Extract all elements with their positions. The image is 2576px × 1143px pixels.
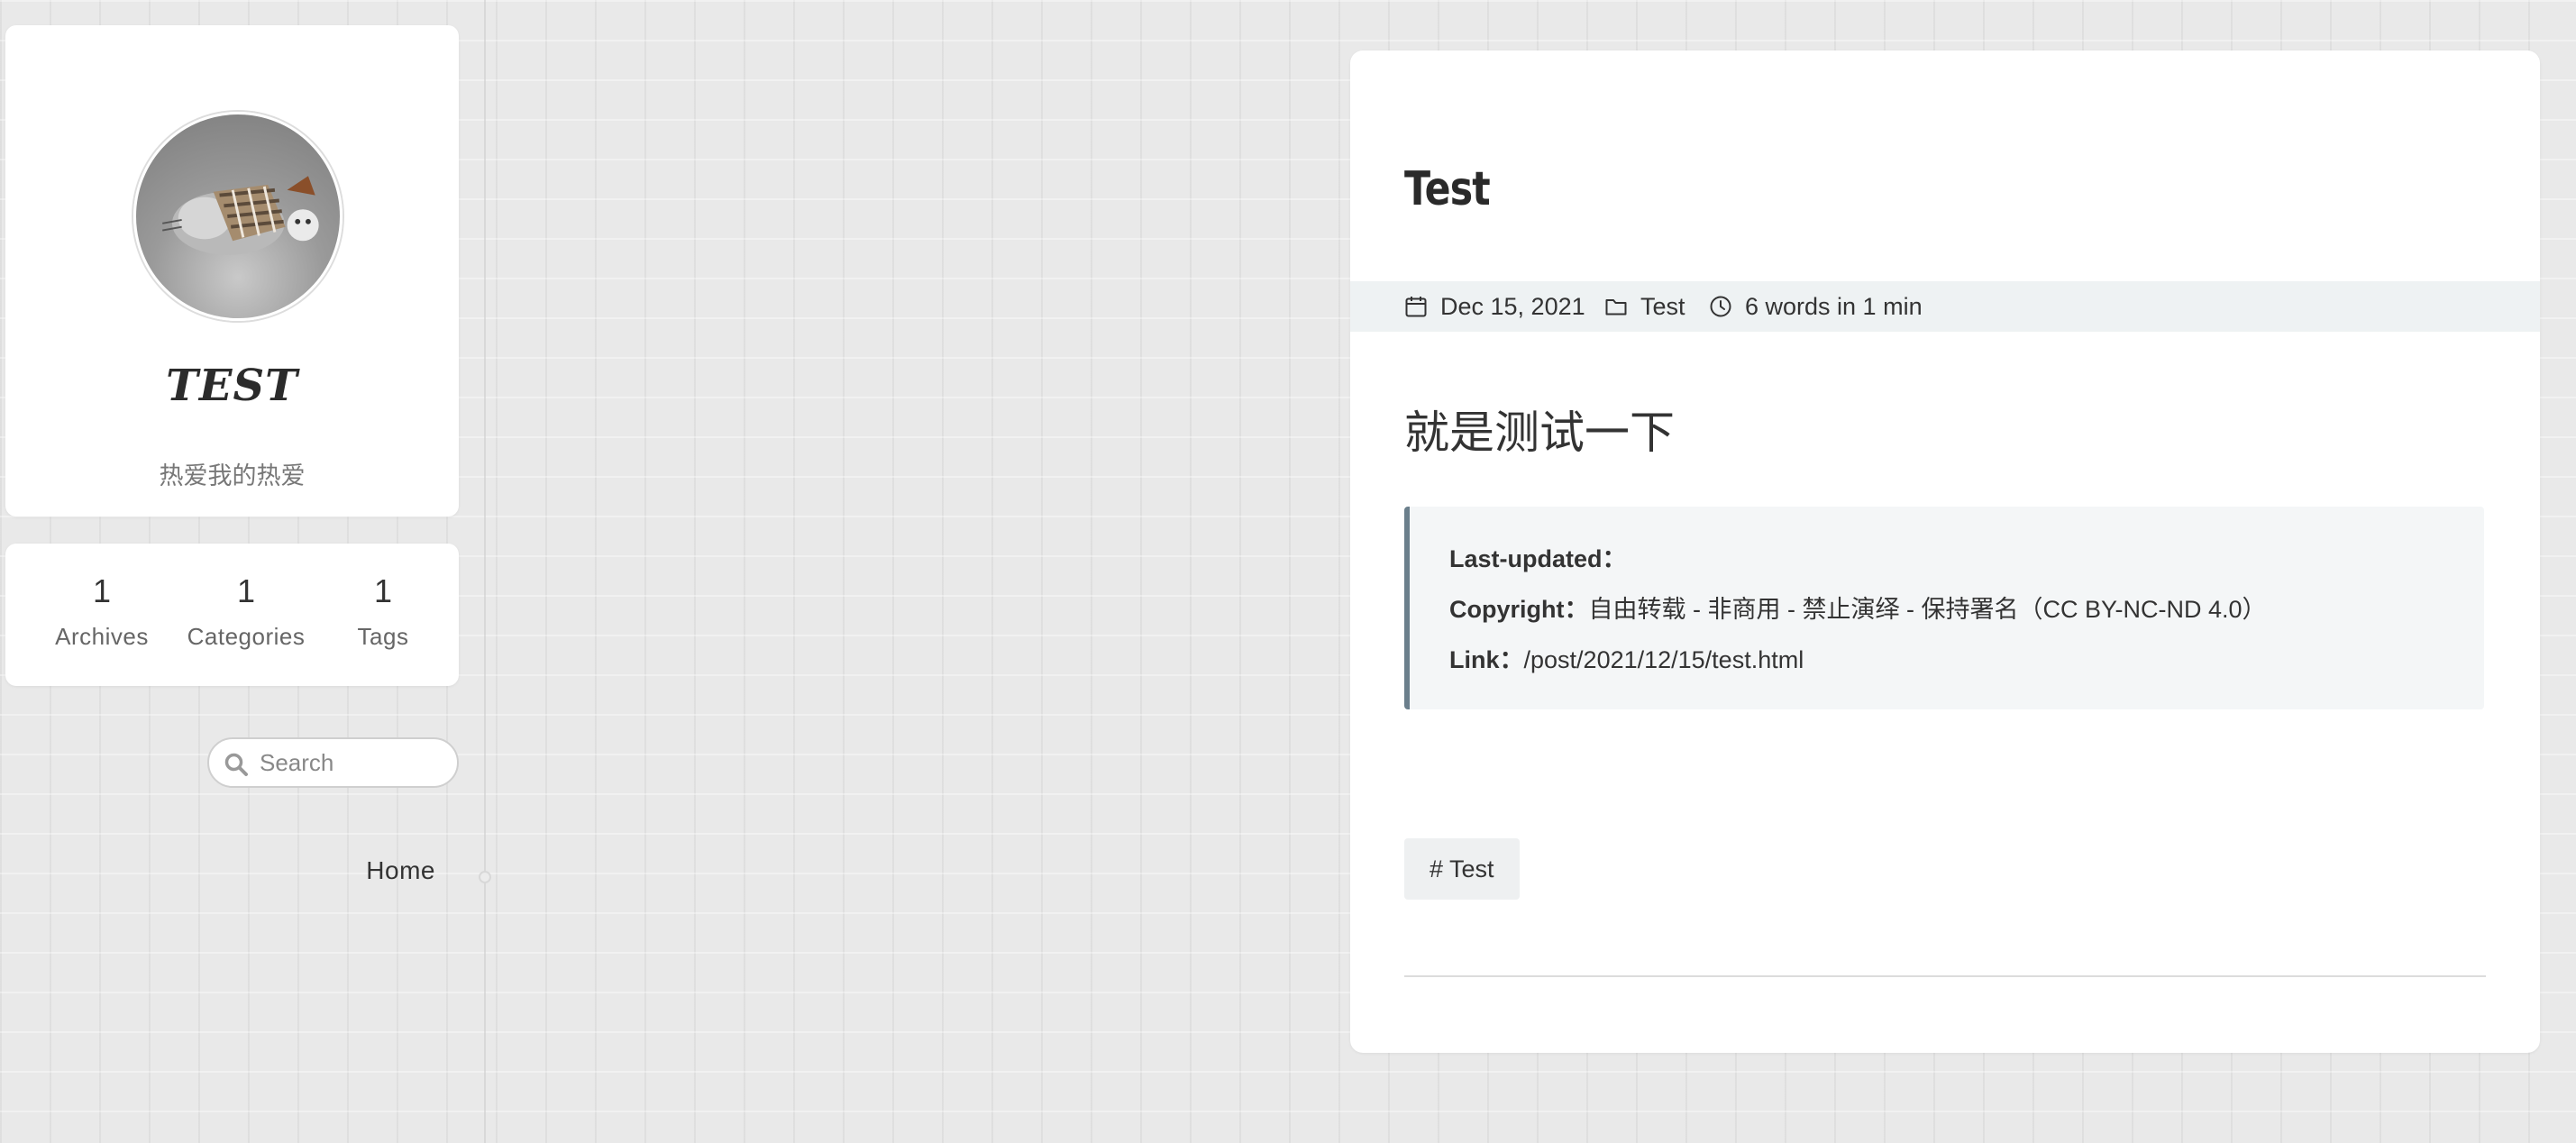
post-category-link[interactable]: Test bbox=[1604, 281, 1685, 332]
post-date: Dec 15, 2021 bbox=[1404, 281, 1585, 332]
site-title[interactable]: TEST bbox=[5, 361, 459, 411]
clock-icon bbox=[1710, 296, 1731, 317]
avatar-image bbox=[162, 176, 319, 255]
copyright-license-value[interactable]: 自由转载 - 非商用 - 禁止演绎 - 保持署名（CC BY-NC-ND 4.0… bbox=[1589, 596, 2267, 623]
stat-categories-label: Categories bbox=[187, 623, 306, 650]
stat-tags-label: Tags bbox=[357, 623, 409, 650]
post-reading-text: 6 words in 1 min bbox=[1745, 292, 1923, 320]
copyright-license-label: Copyright： bbox=[1449, 596, 1589, 623]
stat-archives[interactable]: 1 Archives bbox=[30, 567, 174, 651]
search-box bbox=[207, 737, 459, 788]
copyright-link-value[interactable]: /post/2021/12/15/test.html bbox=[1524, 646, 1804, 673]
copyright-last-updated: Last-updated： bbox=[1449, 534, 2484, 584]
folder-icon bbox=[1605, 299, 1627, 315]
copyright-box: Last-updated： Copyright：自由转载 - 非商用 - 禁止演… bbox=[1404, 507, 2484, 709]
post-date-text: Dec 15, 2021 bbox=[1440, 292, 1585, 320]
site-subtitle: 热爱我的热爱 bbox=[159, 462, 306, 489]
copyright-last-updated-label: Last-updated： bbox=[1449, 545, 1627, 572]
copyright-link-label: Link： bbox=[1449, 646, 1524, 673]
post-category-text: Test bbox=[1640, 292, 1685, 320]
stat-tags[interactable]: 1 Tags bbox=[311, 567, 455, 651]
post-title: Test bbox=[1404, 162, 1491, 216]
post-reading-info: 6 words in 1 min bbox=[1709, 281, 1923, 332]
copyright-link: Link：/post/2021/12/15/test.html bbox=[1449, 635, 2484, 685]
timeline-dot bbox=[479, 871, 491, 883]
calendar-icon bbox=[1405, 297, 1427, 317]
nav-home-link[interactable]: Home bbox=[343, 856, 435, 885]
post-meta-bar: Dec 15, 2021 Test 6 words in 1 min bbox=[1350, 281, 2540, 332]
stats-card: 1 Archives 1 Categories 1 Tags bbox=[5, 544, 459, 686]
post-divider bbox=[1404, 975, 2486, 977]
stat-categories[interactable]: 1 Categories bbox=[174, 567, 318, 651]
profile-card: TEST 热爱我的热爱 bbox=[5, 25, 459, 517]
avatar[interactable] bbox=[133, 112, 343, 321]
stat-categories-count: 1 bbox=[236, 572, 256, 609]
post-body-text: 就是测试一下 bbox=[1404, 407, 1675, 458]
stat-archives-label: Archives bbox=[55, 623, 149, 650]
timeline-line bbox=[484, 0, 486, 1143]
post-card: Test Dec 15, 2021 Test 6 words in 1 min bbox=[1350, 50, 2540, 1053]
search-input[interactable] bbox=[260, 746, 449, 779]
stat-tags-count: 1 bbox=[373, 572, 393, 609]
search-icon bbox=[224, 753, 248, 776]
tag-chip[interactable]: # Test bbox=[1404, 838, 1520, 900]
stat-archives-count: 1 bbox=[92, 572, 112, 609]
copyright-license: Copyright：自由转载 - 非商用 - 禁止演绎 - 保持署名（CC BY… bbox=[1449, 584, 2484, 635]
